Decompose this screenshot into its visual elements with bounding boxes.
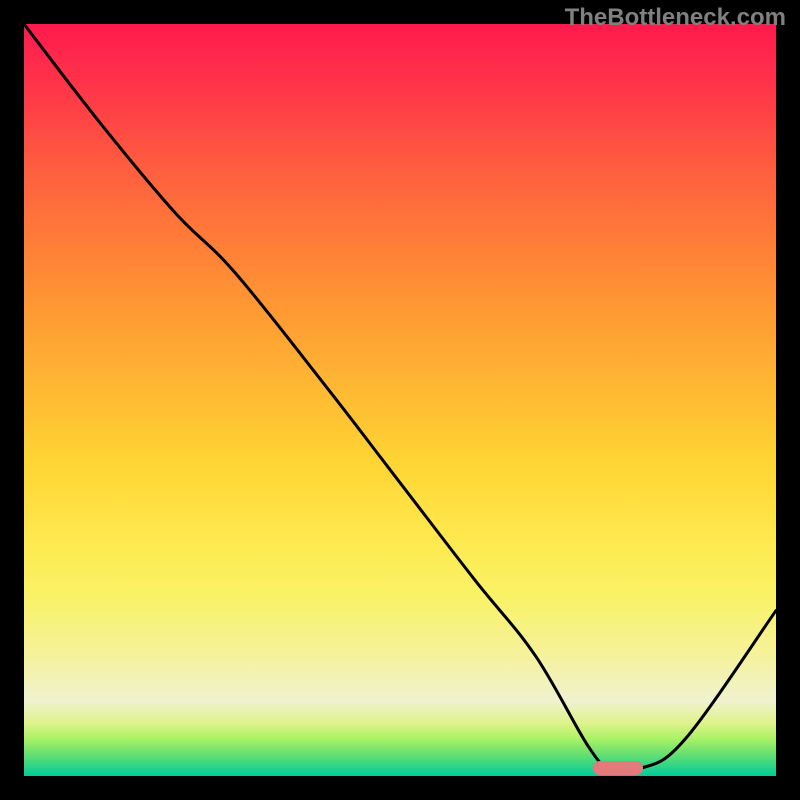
chart-background-gradient (24, 24, 776, 776)
optimum-marker (593, 761, 643, 775)
chart-plot-area (24, 24, 776, 776)
watermark-text: TheBottleneck.com (565, 4, 786, 32)
